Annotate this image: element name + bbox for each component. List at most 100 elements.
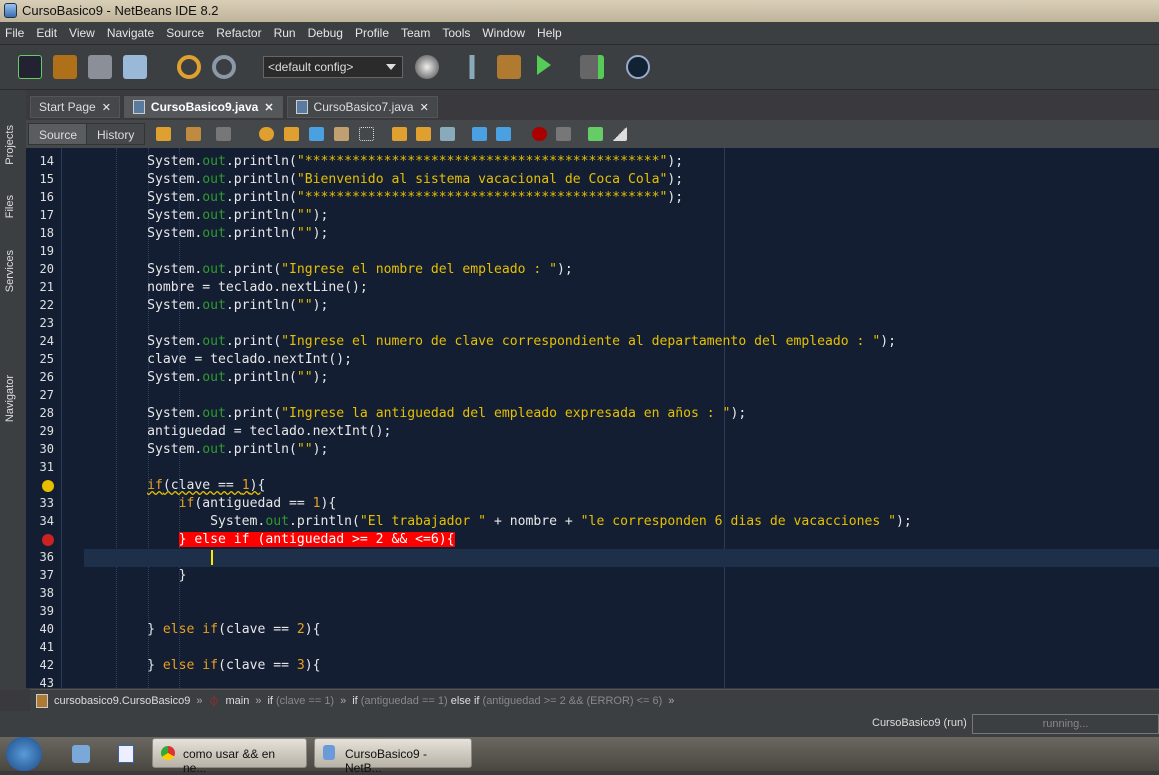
breadcrumb-class[interactable]: cursobasico9.CursoBasico9 — [54, 695, 190, 707]
error-icon[interactable] — [42, 534, 54, 546]
code-line[interactable]: System.out.println("Bienvenido al sistem… — [84, 171, 683, 189]
shift-right-icon[interactable] — [496, 127, 511, 141]
code-line[interactable]: System.out.println("********************… — [84, 189, 683, 207]
next-bookmark-icon[interactable] — [416, 127, 431, 141]
save-all-icon[interactable] — [123, 55, 147, 79]
code-line[interactable]: System.out.println("El trabajador " + no… — [84, 513, 912, 531]
code-line[interactable]: } — [84, 567, 187, 585]
line-number: 25 — [39, 352, 54, 366]
find-next-icon[interactable] — [309, 127, 324, 141]
build-icon[interactable] — [460, 55, 484, 79]
toggle-highlight-icon[interactable] — [334, 127, 349, 141]
menu-run[interactable]: Run — [274, 26, 296, 44]
run-icon[interactable] — [537, 55, 551, 75]
code-line[interactable]: System.out.print("Ingrese la antiguedad … — [84, 405, 746, 423]
code-line[interactable]: System.out.println(""); — [84, 297, 328, 315]
clean-build-icon[interactable] — [497, 55, 521, 79]
new-file-icon[interactable] — [18, 55, 42, 79]
undo-icon[interactable] — [177, 55, 201, 79]
open-project-icon[interactable] — [88, 55, 112, 79]
menu-debug[interactable]: Debug — [308, 26, 343, 44]
taskbar-chrome[interactable]: como usar && en ne... — [152, 738, 307, 775]
code-editor[interactable]: 14 15 16 17 18 19 20 21 22 23 24 25 26 27 28 29 30 31 33 34… — [26, 148, 1159, 688]
code-line[interactable]: antiguedad = teclado.nextInt(); — [84, 423, 391, 441]
source-button[interactable]: Source — [28, 123, 89, 145]
menu-view[interactable]: View — [69, 26, 95, 44]
java-file-icon — [295, 100, 308, 114]
line-number: 43 — [39, 676, 54, 688]
code-line[interactable]: System.out.println(""); — [84, 225, 328, 243]
code-line[interactable]: System.out.print("Ingrese el nombre del … — [84, 261, 573, 279]
code-line[interactable]: System.out.print("Ingrese el numero de c… — [84, 333, 896, 351]
select-icon[interactable] — [359, 127, 374, 141]
side-tab-navigator[interactable]: Navigator — [4, 375, 16, 422]
comment-icon[interactable] — [588, 127, 603, 141]
warning-bulb-icon[interactable] — [42, 480, 54, 492]
tab-cursobasico7[interactable]: CursoBasico7.java ✕ — [286, 96, 438, 118]
menu-team[interactable]: Team — [401, 26, 430, 44]
stop-macro-icon[interactable] — [556, 127, 571, 141]
code-line[interactable]: } else if (antiguedad >= 2 && <=6){ — [84, 531, 455, 549]
line-number: 31 — [39, 460, 54, 474]
tab-cursobasico9[interactable]: CursoBasico9.java ✕ — [123, 96, 283, 118]
close-icon[interactable]: ✕ — [420, 101, 429, 114]
progress-bar[interactable]: running... — [972, 714, 1159, 734]
close-icon[interactable]: ✕ — [264, 101, 273, 114]
side-tab-files[interactable]: Files — [4, 195, 16, 218]
profile-icon[interactable] — [626, 55, 650, 79]
side-tab-projects[interactable]: Projects — [4, 125, 16, 165]
app-pinned-icon[interactable] — [72, 745, 90, 763]
if-condition: (clave == 1) — [276, 694, 335, 707]
code-line[interactable]: System.out.println("********************… — [84, 153, 683, 171]
config-select[interactable]: <default config> — [263, 56, 403, 78]
shift-left-icon[interactable] — [472, 127, 487, 141]
tab-start-page[interactable]: Start Page ✕ — [30, 96, 120, 118]
breadcrumb-method[interactable]: main — [225, 695, 249, 707]
code-line[interactable]: nombre = teclado.nextLine(); — [84, 279, 368, 297]
find-icon[interactable] — [259, 127, 274, 141]
menu-source[interactable]: Source — [166, 26, 204, 44]
forward-icon[interactable] — [216, 127, 231, 141]
breadcrumb-if1[interactable]: if (clave == 1) — [267, 695, 334, 707]
code-line[interactable]: if(antiguedad == 1){ — [84, 495, 337, 513]
menu-edit[interactable]: Edit — [36, 26, 57, 44]
last-edit-icon[interactable] — [156, 127, 171, 141]
taskbar-netbeans[interactable]: CursoBasico9 - NetB... — [314, 738, 472, 775]
word-icon[interactable] — [118, 745, 134, 763]
code-line[interactable]: System.out.println(""); — [84, 369, 328, 387]
start-button[interactable] — [6, 737, 42, 771]
record-macro-icon[interactable] — [532, 127, 547, 141]
debug-icon[interactable] — [580, 55, 604, 79]
back-icon[interactable] — [186, 127, 201, 141]
code-line[interactable]: if(clave == 1){ — [84, 477, 265, 495]
menu-navigate[interactable]: Navigate — [107, 26, 154, 44]
side-tab-services[interactable]: Services — [4, 250, 16, 292]
redo-icon[interactable] — [212, 55, 236, 79]
toggle-bookmark-icon[interactable] — [440, 127, 455, 141]
chrome-icon — [161, 746, 175, 760]
editor-tabs: Start Page ✕ CursoBasico9.java ✕ CursoBasi… — [30, 96, 442, 118]
new-project-icon[interactable] — [53, 55, 77, 79]
menu-help[interactable]: Help — [537, 26, 562, 44]
breadcrumb-if2[interactable]: if (antiguedad == 1) else if (antiguedad… — [352, 695, 662, 707]
tab-label: CursoBasico9.java — [150, 100, 259, 114]
code-line[interactable]: } else if(clave == 3){ — [84, 657, 321, 675]
menu-window[interactable]: Window — [482, 26, 525, 44]
menu-refactor[interactable]: Refactor — [216, 26, 261, 44]
browser-icon[interactable] — [415, 55, 439, 79]
code-line[interactable]: System.out.println(""); — [84, 441, 328, 459]
title-bar: CursoBasico9 - NetBeans IDE 8.2 — [0, 0, 1159, 22]
if-keyword: if — [267, 694, 273, 707]
code-line[interactable]: } else if(clave == 2){ — [84, 621, 321, 639]
close-icon[interactable]: ✕ — [102, 101, 111, 114]
menu-file[interactable]: File — [5, 26, 24, 44]
netbeans-icon — [4, 3, 17, 18]
previous-bookmark-icon[interactable] — [392, 127, 407, 141]
menu-tools[interactable]: Tools — [442, 26, 470, 44]
code-line[interactable]: clave = teclado.nextInt(); — [84, 351, 352, 369]
menu-profile[interactable]: Profile — [355, 26, 389, 44]
uncomment-icon[interactable] — [612, 127, 627, 141]
find-previous-icon[interactable] — [284, 127, 299, 141]
history-button[interactable]: History — [86, 123, 146, 145]
code-line[interactable]: System.out.println(""); — [84, 207, 328, 225]
